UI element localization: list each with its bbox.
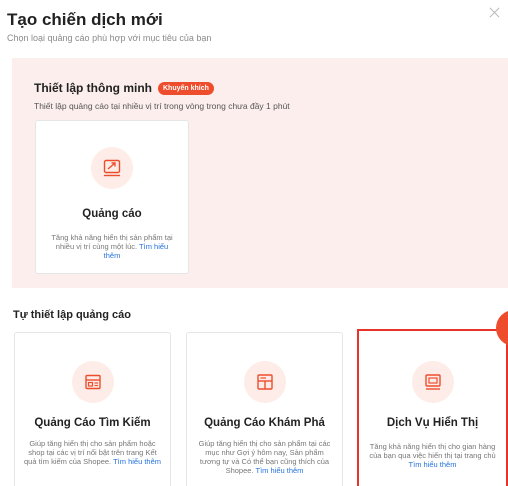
learn-more-link[interactable]: Tìm hiểu thêm <box>255 466 303 475</box>
display-service-title: Dịch Vụ Hiển Thị <box>386 417 479 429</box>
discovery-ads-title: Quảng Cáo Khám Phá <box>204 417 325 429</box>
ads-card-description: Tăng khả năng hiển thị sản phẩm tại nhiề… <box>51 233 173 260</box>
modal-title: Tạo chiến dịch mới <box>7 10 163 29</box>
search-ads-card[interactable]: Quảng Cáo Tìm Kiếm Giúp tăng hiển thị ch… <box>14 332 171 486</box>
recommended-badge: Khuyến khích <box>157 81 214 95</box>
smart-setup-title: Thiết lập thông minh <box>34 81 152 95</box>
discovery-ads-description: Giúp tăng hiển thị cho sản phẩm tại các … <box>198 439 331 475</box>
smart-setup-description: Thiết lập quảng cáo tại nhiều vị trí tro… <box>34 101 290 111</box>
display-service-card[interactable]: Dịch Vụ Hiển Thị Tăng khả năng hiển thị … <box>357 329 508 486</box>
discovery-ad-icon <box>243 361 286 403</box>
display-service-description: Tăng khả năng hiển thị cho gian hàng của… <box>369 442 496 469</box>
learn-more-link[interactable]: Tìm hiểu thêm <box>409 460 457 469</box>
discovery-ads-card[interactable]: Quảng Cáo Khám Phá Giúp tăng hiển thị ch… <box>186 332 343 486</box>
smart-setup-header: Thiết lập thông minh Khuyến khích <box>34 81 214 95</box>
ads-card[interactable]: Quảng cáo Tăng khả năng hiển thị sản phẩ… <box>35 120 189 274</box>
search-ads-title: Quảng Cáo Tìm Kiếm <box>34 417 151 429</box>
display-ad-icon <box>411 361 454 403</box>
create-campaign-modal: Tạo chiến dịch mới Chọn loại quảng cáo p… <box>0 0 508 486</box>
trend-chart-icon <box>91 147 133 189</box>
ads-card-title: Quảng cáo <box>82 208 142 220</box>
modal-subtitle: Chọn loại quảng cáo phù hợp với mục tiêu… <box>7 33 212 43</box>
close-icon[interactable] <box>488 6 502 20</box>
search-ads-description: Giúp tăng hiển thị cho sản phẩm hoặc sho… <box>23 439 162 466</box>
search-ad-icon <box>71 361 114 403</box>
learn-more-link[interactable]: Tìm hiểu thêm <box>113 457 161 466</box>
manual-setup-title: Tự thiết lập quảng cáo <box>13 309 131 321</box>
